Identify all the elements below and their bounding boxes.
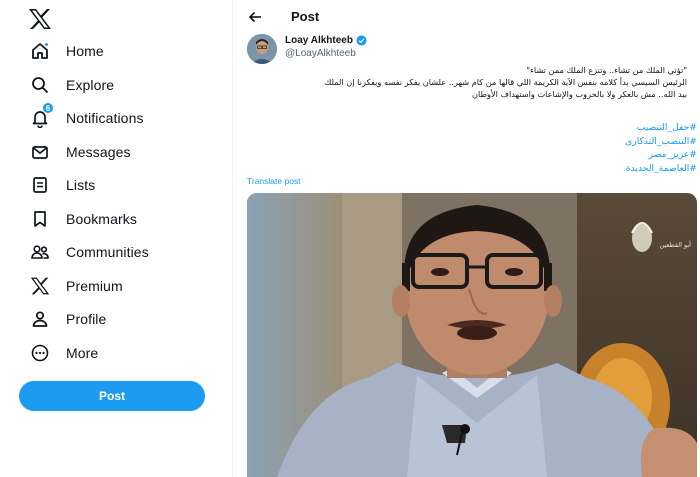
post-button[interactable]: Post xyxy=(19,381,205,411)
video-player[interactable]: أبو القطعين xyxy=(247,193,697,477)
sidebar-item-communities[interactable]: Communities xyxy=(30,240,149,264)
x-logo-icon xyxy=(30,276,50,296)
post-header: Post xyxy=(233,0,700,34)
sidebar-item-label: Notifications xyxy=(66,110,144,126)
tweet-text: "تؤتي الملك من تشاء.. وتنزع الملك ممن تش… xyxy=(243,64,687,100)
list-icon xyxy=(30,175,50,195)
post-detail: Post Loay Alkhteeb @LoayAlkhteeb "تؤتي ا… xyxy=(232,0,700,477)
envelope-icon xyxy=(30,142,50,162)
x-logo-icon[interactable] xyxy=(28,8,52,30)
sidebar-item-lists[interactable]: Lists xyxy=(30,173,95,197)
bell-icon: 6 xyxy=(30,102,54,128)
sidebar-item-home[interactable]: Home xyxy=(30,39,104,63)
hashtag-link[interactable]: #العاصمة_الجديدة xyxy=(243,162,697,176)
media-watermark: أبو القطعين xyxy=(659,241,692,249)
sidebar-item-label: Messages xyxy=(66,144,131,160)
sidebar-item-label: Profile xyxy=(66,311,107,327)
translate-post-link[interactable]: Translate post xyxy=(247,176,301,186)
sidebar-item-label: Premium xyxy=(66,278,123,294)
avatar[interactable] xyxy=(247,34,277,64)
sidebar-item-messages[interactable]: Messages xyxy=(30,140,131,164)
sidebar-item-bookmarks[interactable]: Bookmarks xyxy=(30,207,137,231)
verified-badge-icon xyxy=(356,35,367,46)
page-title: Post xyxy=(291,9,320,24)
hashtag-link[interactable]: #حفل_التنصيب xyxy=(243,121,697,135)
sidebar-item-label: Bookmarks xyxy=(66,211,137,227)
sidebar-item-explore[interactable]: Explore xyxy=(30,73,114,97)
arrow-left-icon[interactable] xyxy=(247,9,263,25)
sidebar-item-label: Communities xyxy=(66,244,149,260)
author-handle[interactable]: @LoayAlkhteeb xyxy=(285,48,356,59)
sidebar-item-more[interactable]: More xyxy=(30,341,98,365)
sidebar-item-label: Lists xyxy=(66,177,96,193)
more-circle-icon xyxy=(30,343,50,363)
person-icon xyxy=(30,309,50,329)
tweet-text-line: الرئيس السيسي بدأ كلامه بنفس الآية الكري… xyxy=(324,77,687,87)
sidebar-item-profile[interactable]: Profile xyxy=(30,307,106,331)
sidebar-item-premium[interactable]: Premium xyxy=(30,274,123,298)
sidebar-item-label: Explore xyxy=(66,77,115,93)
hashtag-list: #حفل_التنصيب #التنصب_التذكارى #عزيز_مصر … xyxy=(243,121,697,175)
sidebar-item-label: Home xyxy=(66,43,104,59)
search-icon xyxy=(30,75,50,95)
hashtag-link[interactable]: #عزيز_مصر xyxy=(243,148,697,162)
home-icon xyxy=(30,41,50,61)
bookmark-icon xyxy=(30,209,50,229)
tweet-text-line: بيد الله.. مش بالعكر ولا بالحروب والإشاع… xyxy=(471,89,687,99)
author-name-text: Loay Alkhteeb xyxy=(285,35,353,46)
hashtag-link[interactable]: #التنصب_التذكارى xyxy=(243,135,697,149)
tweet-text-line: "تؤتي الملك من تشاء.. وتنزع الملك ممن تش… xyxy=(526,65,687,75)
sidebar-item-notifications[interactable]: 6 Notifications xyxy=(30,102,144,130)
video-frame xyxy=(247,193,697,477)
sidebar: Home Explore 6 Notifications Messages Li… xyxy=(0,0,232,477)
people-icon xyxy=(30,242,50,262)
sidebar-item-label: More xyxy=(66,345,99,361)
author-name[interactable]: Loay Alkhteeb xyxy=(285,35,367,46)
notification-badge: 6 xyxy=(42,102,54,114)
